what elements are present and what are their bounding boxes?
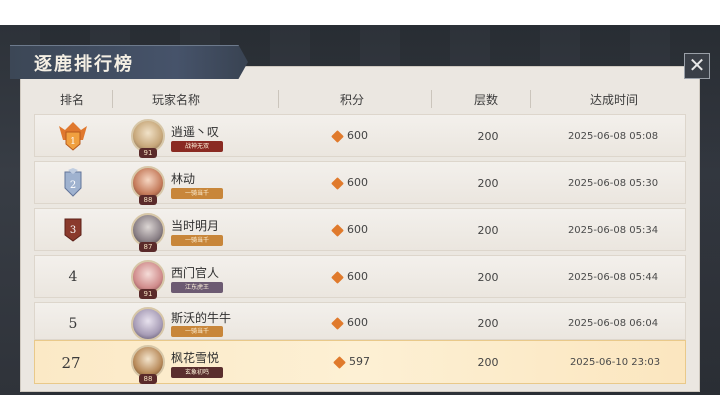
achieved-time: 2025-06-10 23:03 <box>569 357 661 368</box>
silver-crest-icon: 2 <box>64 168 82 197</box>
score-value: 600 <box>347 316 368 329</box>
score-value: 600 <box>347 270 368 283</box>
player-title-tag: 一骑当千 <box>171 188 223 199</box>
player-name: 林动 <box>171 172 196 186</box>
player-name: 当时明月 <box>171 219 220 233</box>
svg-text:1: 1 <box>70 137 76 147</box>
table-header: 排名 玩家名称 积分 层数 达成时间 <box>20 86 700 112</box>
level-badge: 88 <box>139 374 157 384</box>
floors-value: 200 <box>477 224 499 237</box>
floors-value: 200 <box>477 317 499 330</box>
page-title: 逐鹿排行榜 <box>34 54 134 75</box>
rank-number: 27 <box>61 354 81 372</box>
header-divider <box>112 90 113 108</box>
player-name: 斯沃的牛牛 <box>171 311 232 325</box>
score-value: 600 <box>347 176 368 189</box>
player-title-tag: 一骑当千 <box>171 326 223 337</box>
header-score: 积分 <box>340 93 365 107</box>
level-badge: 91 <box>139 289 157 299</box>
achieved-time: 2025-06-08 05:34 <box>567 225 659 236</box>
player-title-tag: 战神无双 <box>171 141 223 152</box>
leaderboard-row[interactable]: 2 88 林动 一骑当千 600 200 2025-06-08 05:30 <box>34 161 686 205</box>
floors-value: 200 <box>477 177 499 190</box>
leaderboard-row[interactable]: 4 91 西门官人 江东虎王 600 200 2025-06-08 05:44 <box>34 255 686 299</box>
svg-text:3: 3 <box>70 225 76 236</box>
floors-value: 200 <box>477 130 499 143</box>
svg-text:2: 2 <box>70 180 76 191</box>
player-title-tag: 一骑当千 <box>171 235 223 246</box>
score-value: 600 <box>347 223 368 236</box>
player-name: 西门官人 <box>171 266 220 280</box>
header-rank: 排名 <box>60 93 85 107</box>
player-name: 逍遥丶叹 <box>171 125 220 139</box>
level-badge: 87 <box>139 242 157 252</box>
rank-number: 5 <box>68 316 78 332</box>
achieved-time: 2025-06-08 05:30 <box>567 178 659 189</box>
rank-number: 4 <box>68 269 78 285</box>
achieved-time: 2025-06-08 06:04 <box>567 318 659 329</box>
score-gem-icon <box>333 356 346 369</box>
score-gem-icon <box>331 177 344 190</box>
header-player: 玩家名称 <box>152 93 201 107</box>
header-floors: 层数 <box>474 93 499 107</box>
level-badge: 91 <box>139 148 157 158</box>
bronze-crest-icon: 3 <box>64 218 82 242</box>
player-title-tag: 玄象初鸣 <box>171 367 223 378</box>
score-gem-icon <box>331 224 344 237</box>
achieved-time: 2025-06-08 05:44 <box>567 272 659 283</box>
header-divider <box>278 90 279 108</box>
score-gem-icon <box>331 317 344 330</box>
player-title-tag: 江东虎王 <box>171 282 223 293</box>
level-badge: 88 <box>139 195 157 205</box>
avatar <box>131 307 165 341</box>
header-divider <box>530 90 531 108</box>
leaderboard-row[interactable]: 5 斯沃的牛牛 一骑当千 600 200 2025-06-08 06:04 <box>34 302 686 341</box>
score-value: 597 <box>349 355 370 368</box>
score-gem-icon <box>331 130 344 143</box>
gold-crest-icon: 1 <box>59 122 87 151</box>
achieved-time: 2025-06-08 05:08 <box>567 131 659 142</box>
leaderboard-row[interactable]: 3 87 当时明月 一骑当千 600 200 2025-06-08 05:34 <box>34 208 686 252</box>
leaderboard-row[interactable]: 1 91 逍遥丶叹 战神无双 600 200 2025-06-08 05:08 <box>34 114 686 158</box>
close-button[interactable]: ✕ <box>684 53 710 79</box>
score-gem-icon <box>331 271 344 284</box>
my-rank-row[interactable]: 27 88 枫花雪悦 玄象初鸣 597 200 2025-06-10 23:03 <box>34 340 686 384</box>
floors-value: 200 <box>477 356 499 369</box>
player-name: 枫花雪悦 <box>171 351 220 365</box>
floors-value: 200 <box>477 271 499 284</box>
score-value: 600 <box>347 129 368 142</box>
header-time: 达成时间 <box>590 93 639 107</box>
header-divider <box>431 90 432 108</box>
